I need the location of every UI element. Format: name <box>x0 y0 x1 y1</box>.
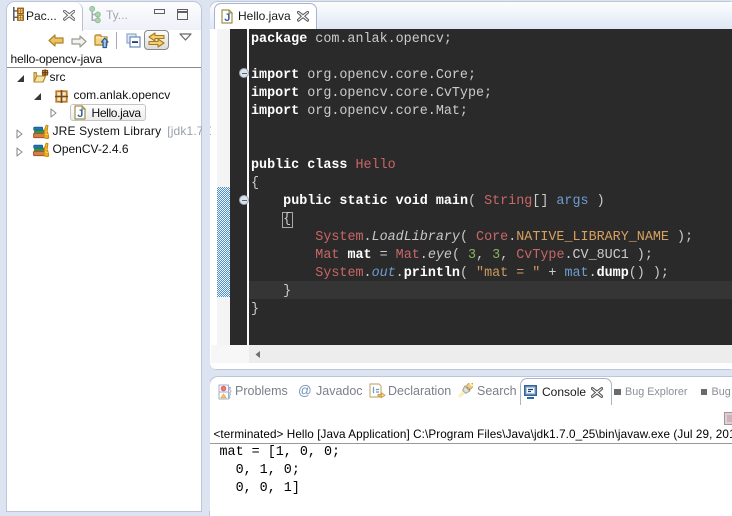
svg-text:J: J <box>224 12 230 24</box>
svg-text:J: J <box>77 108 83 120</box>
